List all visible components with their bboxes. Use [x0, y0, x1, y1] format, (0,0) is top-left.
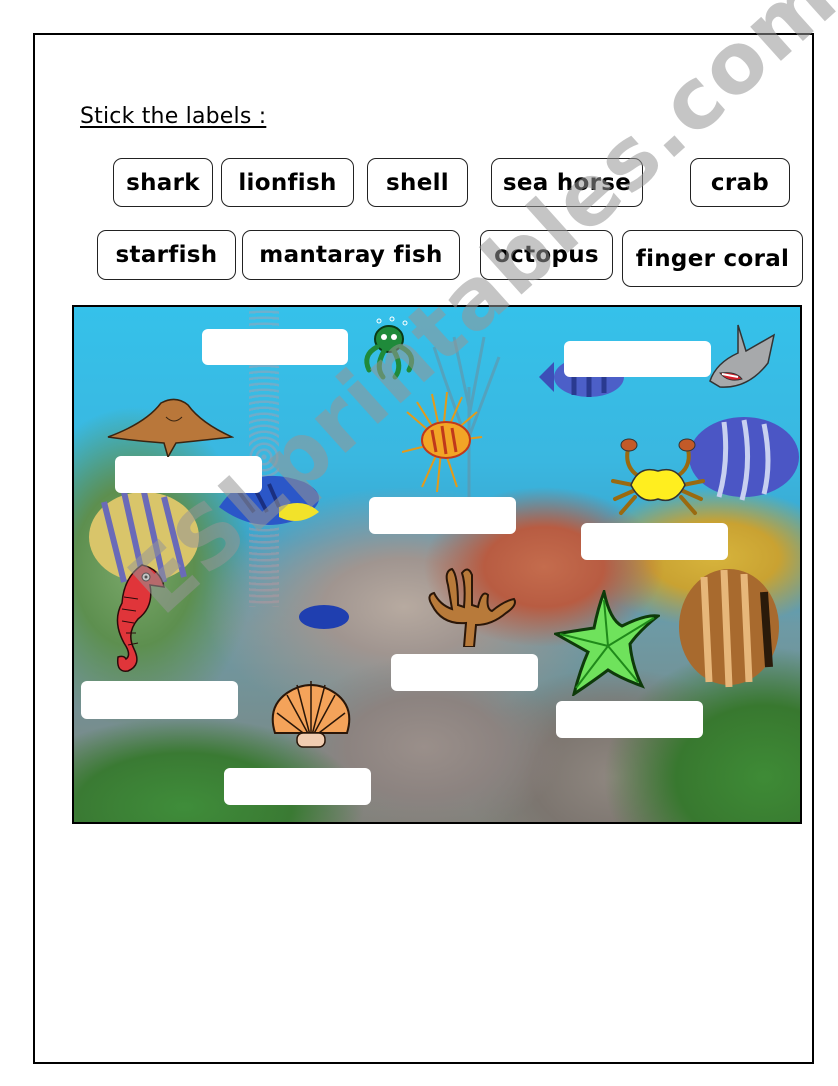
underwater-scene	[72, 305, 802, 824]
blank-label-shark[interactable]	[564, 341, 711, 377]
word-card-crab[interactable]: crab	[690, 158, 790, 207]
lionfish-icon	[402, 392, 483, 492]
blank-label-lionfish[interactable]	[369, 497, 516, 534]
blank-label-shell[interactable]	[224, 768, 371, 805]
octopus-icon	[364, 316, 415, 380]
word-card-shark[interactable]: shark	[113, 158, 213, 207]
blank-label-starfish[interactable]	[556, 701, 703, 738]
shark-icon	[709, 324, 776, 388]
shell-icon	[271, 681, 351, 748]
word-card-label: shark	[126, 169, 200, 196]
word-card-label: crab	[710, 169, 770, 196]
word-card-sea-horse[interactable]: sea horse	[491, 158, 643, 207]
blank-label-octopus[interactable]	[202, 329, 348, 365]
word-card-label: mantaray fish	[259, 242, 443, 268]
crab-icon	[611, 438, 705, 515]
blank-label-sea-horse[interactable]	[81, 681, 238, 719]
word-card-label: lionfish	[238, 169, 337, 196]
starfish-icon	[554, 590, 660, 696]
mantaray-icon	[107, 398, 234, 457]
word-card-finger-coral[interactable]: finger coral	[622, 230, 803, 287]
word-card-octopus[interactable]: octopus	[480, 230, 613, 280]
blank-label-finger-coral[interactable]	[391, 654, 538, 691]
instruction-heading: Stick the labels :	[80, 104, 267, 129]
word-card-starfish[interactable]: starfish	[97, 230, 236, 280]
word-card-label: shell	[386, 169, 449, 196]
small-blue-fish	[299, 605, 349, 629]
blank-label-crab[interactable]	[581, 523, 728, 560]
finger-coral-icon	[428, 567, 516, 647]
butterflyfish-brown	[679, 569, 779, 688]
word-card-label: starfish	[115, 242, 218, 268]
word-card-label: octopus	[494, 242, 599, 268]
word-card-lionfish[interactable]: lionfish	[221, 158, 354, 207]
word-card-shell[interactable]: shell	[367, 158, 468, 207]
word-card-label: sea horse	[502, 169, 632, 196]
word-card-label: finger coral	[635, 245, 790, 272]
word-card-mantaray-fish[interactable]: mantaray fish	[242, 230, 460, 280]
blank-label-mantaray[interactable]	[115, 456, 262, 493]
sea-horse-icon	[116, 564, 165, 672]
